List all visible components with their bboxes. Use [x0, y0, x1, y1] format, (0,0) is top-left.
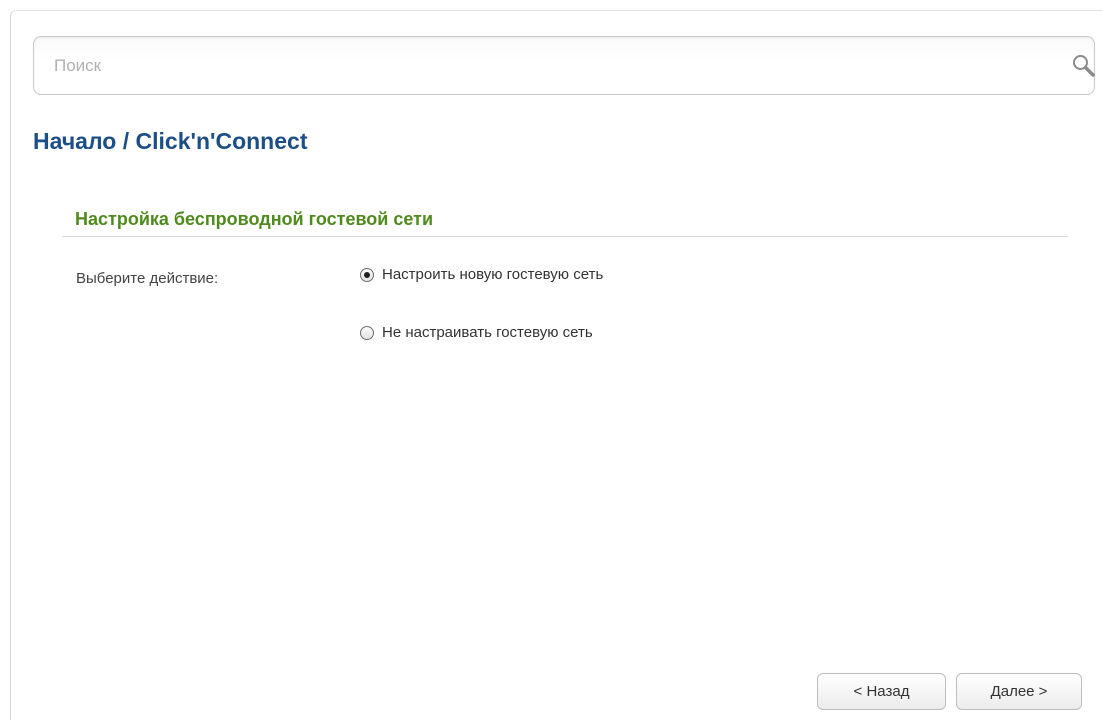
radio-setup-new[interactable]: [360, 267, 374, 282]
radio-skip[interactable]: [360, 325, 374, 340]
breadcrumb-root[interactable]: Начало: [33, 128, 116, 154]
section-title: Настройка беспроводной гостевой сети: [75, 209, 434, 229]
breadcrumb: Начало / Click'n'Connect: [33, 128, 307, 155]
search-box[interactable]: [33, 36, 1095, 95]
action-label: Выберите действие:: [76, 270, 219, 287]
next-button[interactable]: Далее >: [956, 673, 1082, 710]
content-frame: [10, 10, 1102, 720]
radio-skip-label: Не настраивать гостевую сеть: [382, 324, 593, 341]
back-button[interactable]: < Назад: [817, 673, 946, 710]
radio-option-skip[interactable]: Не настраивать гостевую сеть: [360, 324, 593, 341]
search-input[interactable]: [54, 37, 1014, 94]
breadcrumb-current: Click'n'Connect: [135, 128, 308, 154]
radio-option-setup-new[interactable]: Настроить новую гостевую сеть: [360, 266, 603, 283]
search-icon[interactable]: [1071, 53, 1097, 79]
breadcrumb-separator: /: [116, 128, 136, 154]
radio-setup-new-label: Настроить новую гостевую сеть: [382, 266, 604, 283]
section-divider: [62, 236, 1068, 237]
